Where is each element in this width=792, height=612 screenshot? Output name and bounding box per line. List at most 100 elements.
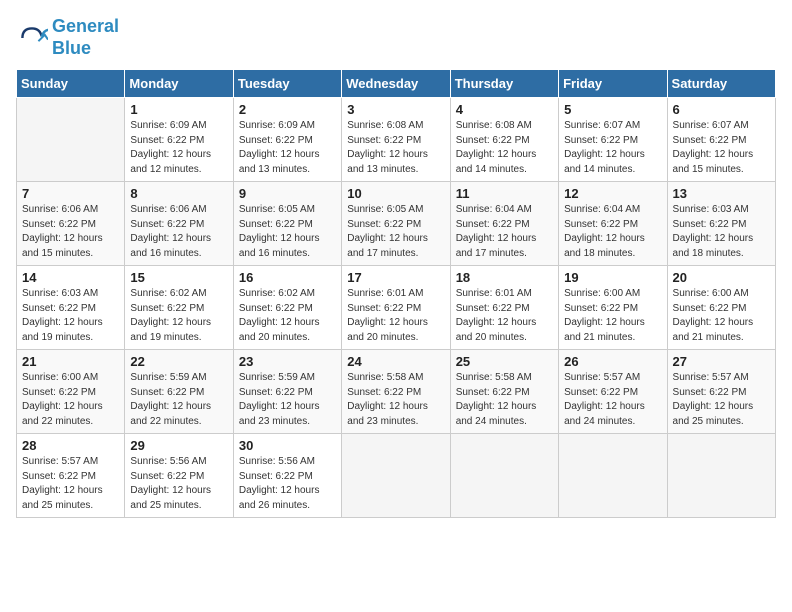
calendar-cell: 24 Sunrise: 5:58 AMSunset: 6:22 PMDayligh… bbox=[342, 350, 450, 434]
weekday-header: Friday bbox=[559, 70, 667, 98]
day-info: Sunrise: 6:01 AMSunset: 6:22 PMDaylight:… bbox=[456, 287, 553, 345]
calendar-cell: 8 Sunrise: 6:06 AMSunset: 6:22 PMDaylight… bbox=[125, 182, 233, 266]
day-number: 4 bbox=[456, 102, 553, 117]
day-number: 1 bbox=[130, 102, 227, 117]
logo-text: GeneralBlue bbox=[52, 16, 119, 59]
day-number: 21 bbox=[22, 354, 119, 369]
weekday-header: Thursday bbox=[450, 70, 558, 98]
calendar-week-row: 1 Sunrise: 6:09 AMSunset: 6:22 PMDaylight… bbox=[17, 98, 776, 182]
day-info: Sunrise: 6:09 AMSunset: 6:22 PMDaylight:… bbox=[130, 119, 227, 177]
weekday-header: Wednesday bbox=[342, 70, 450, 98]
day-number: 10 bbox=[347, 186, 444, 201]
day-number: 8 bbox=[130, 186, 227, 201]
day-info: Sunrise: 5:59 AMSunset: 6:22 PMDaylight:… bbox=[130, 371, 227, 429]
day-info: Sunrise: 6:08 AMSunset: 6:22 PMDaylight:… bbox=[347, 119, 444, 177]
day-info: Sunrise: 6:02 AMSunset: 6:22 PMDaylight:… bbox=[130, 287, 227, 345]
day-number: 7 bbox=[22, 186, 119, 201]
day-number: 22 bbox=[130, 354, 227, 369]
weekday-header: Sunday bbox=[17, 70, 125, 98]
day-info: Sunrise: 6:06 AMSunset: 6:22 PMDaylight:… bbox=[130, 203, 227, 261]
day-number: 17 bbox=[347, 270, 444, 285]
day-number: 16 bbox=[239, 270, 336, 285]
calendar-cell bbox=[342, 434, 450, 518]
calendar-cell: 1 Sunrise: 6:09 AMSunset: 6:22 PMDaylight… bbox=[125, 98, 233, 182]
calendar-cell: 22 Sunrise: 5:59 AMSunset: 6:22 PMDayligh… bbox=[125, 350, 233, 434]
calendar-cell: 3Sunrise: 6:08 AMSunset: 6:22 PMDaylight… bbox=[342, 98, 450, 182]
day-number: 6 bbox=[673, 102, 770, 117]
calendar-cell bbox=[450, 434, 558, 518]
day-info: Sunrise: 6:04 AMSunset: 6:22 PMDaylight:… bbox=[564, 203, 661, 261]
day-number: 9 bbox=[239, 186, 336, 201]
day-number: 14 bbox=[22, 270, 119, 285]
calendar-cell bbox=[667, 434, 775, 518]
calendar-week-row: 21 Sunrise: 6:00 AMSunset: 6:22 PMDayligh… bbox=[17, 350, 776, 434]
weekday-header: Tuesday bbox=[233, 70, 341, 98]
day-info: Sunrise: 5:58 AMSunset: 6:22 PMDaylight:… bbox=[347, 371, 444, 429]
day-number: 27 bbox=[673, 354, 770, 369]
logo: GeneralBlue bbox=[16, 16, 119, 59]
day-info: Sunrise: 6:02 AMSunset: 6:22 PMDaylight:… bbox=[239, 287, 336, 345]
day-info: Sunrise: 6:08 AMSunset: 6:22 PMDaylight:… bbox=[456, 119, 553, 177]
day-number: 29 bbox=[130, 438, 227, 453]
weekday-header: Saturday bbox=[667, 70, 775, 98]
calendar-cell: 21 Sunrise: 6:00 AMSunset: 6:22 PMDayligh… bbox=[17, 350, 125, 434]
day-number: 2 bbox=[239, 102, 336, 117]
day-info: Sunrise: 6:07 AMSunset: 6:22 PMDaylight:… bbox=[673, 119, 770, 177]
day-number: 5 bbox=[564, 102, 661, 117]
day-info: Sunrise: 6:01 AMSunset: 6:22 PMDaylight:… bbox=[347, 287, 444, 345]
day-info: Sunrise: 5:56 AMSunset: 6:22 PMDaylight:… bbox=[239, 455, 336, 513]
calendar-cell: 29 Sunrise: 5:56 AMSunset: 6:22 PMDayligh… bbox=[125, 434, 233, 518]
calendar-week-row: 7 Sunrise: 6:06 AMSunset: 6:22 PMDaylight… bbox=[17, 182, 776, 266]
page-header: GeneralBlue bbox=[16, 16, 776, 59]
calendar-week-row: 28Sunrise: 5:57 AMSunset: 6:22 PMDayligh… bbox=[17, 434, 776, 518]
day-number: 24 bbox=[347, 354, 444, 369]
day-info: Sunrise: 6:05 AMSunset: 6:22 PMDaylight:… bbox=[347, 203, 444, 261]
calendar-cell: 28Sunrise: 5:57 AMSunset: 6:22 PMDayligh… bbox=[17, 434, 125, 518]
day-info: Sunrise: 5:56 AMSunset: 6:22 PMDaylight:… bbox=[130, 455, 227, 513]
calendar-table: SundayMondayTuesdayWednesdayThursdayFrid… bbox=[16, 69, 776, 518]
calendar-cell bbox=[17, 98, 125, 182]
calendar-cell: 6 Sunrise: 6:07 AMSunset: 6:22 PMDaylight… bbox=[667, 98, 775, 182]
weekday-header: Monday bbox=[125, 70, 233, 98]
calendar-cell: 11 Sunrise: 6:04 AMSunset: 6:22 PMDayligh… bbox=[450, 182, 558, 266]
calendar-cell: 19 Sunrise: 6:00 AMSunset: 6:22 PMDayligh… bbox=[559, 266, 667, 350]
day-number: 11 bbox=[456, 186, 553, 201]
day-number: 20 bbox=[673, 270, 770, 285]
day-info: Sunrise: 6:00 AMSunset: 6:22 PMDaylight:… bbox=[673, 287, 770, 345]
calendar-body: 1 Sunrise: 6:09 AMSunset: 6:22 PMDaylight… bbox=[17, 98, 776, 518]
calendar-cell: 18Sunrise: 6:01 AMSunset: 6:22 PMDayligh… bbox=[450, 266, 558, 350]
calendar-cell bbox=[559, 434, 667, 518]
calendar-cell: 2Sunrise: 6:09 AMSunset: 6:22 PMDaylight… bbox=[233, 98, 341, 182]
day-info: Sunrise: 6:07 AMSunset: 6:22 PMDaylight:… bbox=[564, 119, 661, 177]
day-number: 12 bbox=[564, 186, 661, 201]
calendar-cell: 4 Sunrise: 6:08 AMSunset: 6:22 PMDaylight… bbox=[450, 98, 558, 182]
calendar-cell: 20 Sunrise: 6:00 AMSunset: 6:22 PMDayligh… bbox=[667, 266, 775, 350]
calendar-cell: 5 Sunrise: 6:07 AMSunset: 6:22 PMDaylight… bbox=[559, 98, 667, 182]
calendar-cell: 30Sunrise: 5:56 AMSunset: 6:22 PMDayligh… bbox=[233, 434, 341, 518]
day-number: 19 bbox=[564, 270, 661, 285]
day-info: Sunrise: 6:03 AMSunset: 6:22 PMDaylight:… bbox=[22, 287, 119, 345]
calendar-cell: 17 Sunrise: 6:01 AMSunset: 6:22 PMDayligh… bbox=[342, 266, 450, 350]
day-info: Sunrise: 5:57 AMSunset: 6:22 PMDaylight:… bbox=[564, 371, 661, 429]
calendar-week-row: 14 Sunrise: 6:03 AMSunset: 6:22 PMDayligh… bbox=[17, 266, 776, 350]
calendar-cell: 25 Sunrise: 5:58 AMSunset: 6:22 PMDayligh… bbox=[450, 350, 558, 434]
calendar-cell: 23Sunrise: 5:59 AMSunset: 6:22 PMDayligh… bbox=[233, 350, 341, 434]
day-number: 26 bbox=[564, 354, 661, 369]
calendar-cell: 27 Sunrise: 5:57 AMSunset: 6:22 PMDayligh… bbox=[667, 350, 775, 434]
calendar-cell: 10 Sunrise: 6:05 AMSunset: 6:22 PMDayligh… bbox=[342, 182, 450, 266]
calendar-cell: 14 Sunrise: 6:03 AMSunset: 6:22 PMDayligh… bbox=[17, 266, 125, 350]
calendar-cell: 16 Sunrise: 6:02 AMSunset: 6:22 PMDayligh… bbox=[233, 266, 341, 350]
day-info: Sunrise: 6:00 AMSunset: 6:22 PMDaylight:… bbox=[22, 371, 119, 429]
day-info: Sunrise: 5:58 AMSunset: 6:22 PMDaylight:… bbox=[456, 371, 553, 429]
logo-icon bbox=[16, 22, 48, 54]
day-number: 25 bbox=[456, 354, 553, 369]
calendar-cell: 9Sunrise: 6:05 AMSunset: 6:22 PMDaylight… bbox=[233, 182, 341, 266]
day-info: Sunrise: 5:59 AMSunset: 6:22 PMDaylight:… bbox=[239, 371, 336, 429]
day-info: Sunrise: 5:57 AMSunset: 6:22 PMDaylight:… bbox=[673, 371, 770, 429]
day-info: Sunrise: 6:00 AMSunset: 6:22 PMDaylight:… bbox=[564, 287, 661, 345]
calendar-cell: 12 Sunrise: 6:04 AMSunset: 6:22 PMDayligh… bbox=[559, 182, 667, 266]
day-number: 15 bbox=[130, 270, 227, 285]
day-info: Sunrise: 6:04 AMSunset: 6:22 PMDaylight:… bbox=[456, 203, 553, 261]
calendar-cell: 26 Sunrise: 5:57 AMSunset: 6:22 PMDayligh… bbox=[559, 350, 667, 434]
calendar-cell: 7Sunrise: 6:06 AMSunset: 6:22 PMDaylight… bbox=[17, 182, 125, 266]
